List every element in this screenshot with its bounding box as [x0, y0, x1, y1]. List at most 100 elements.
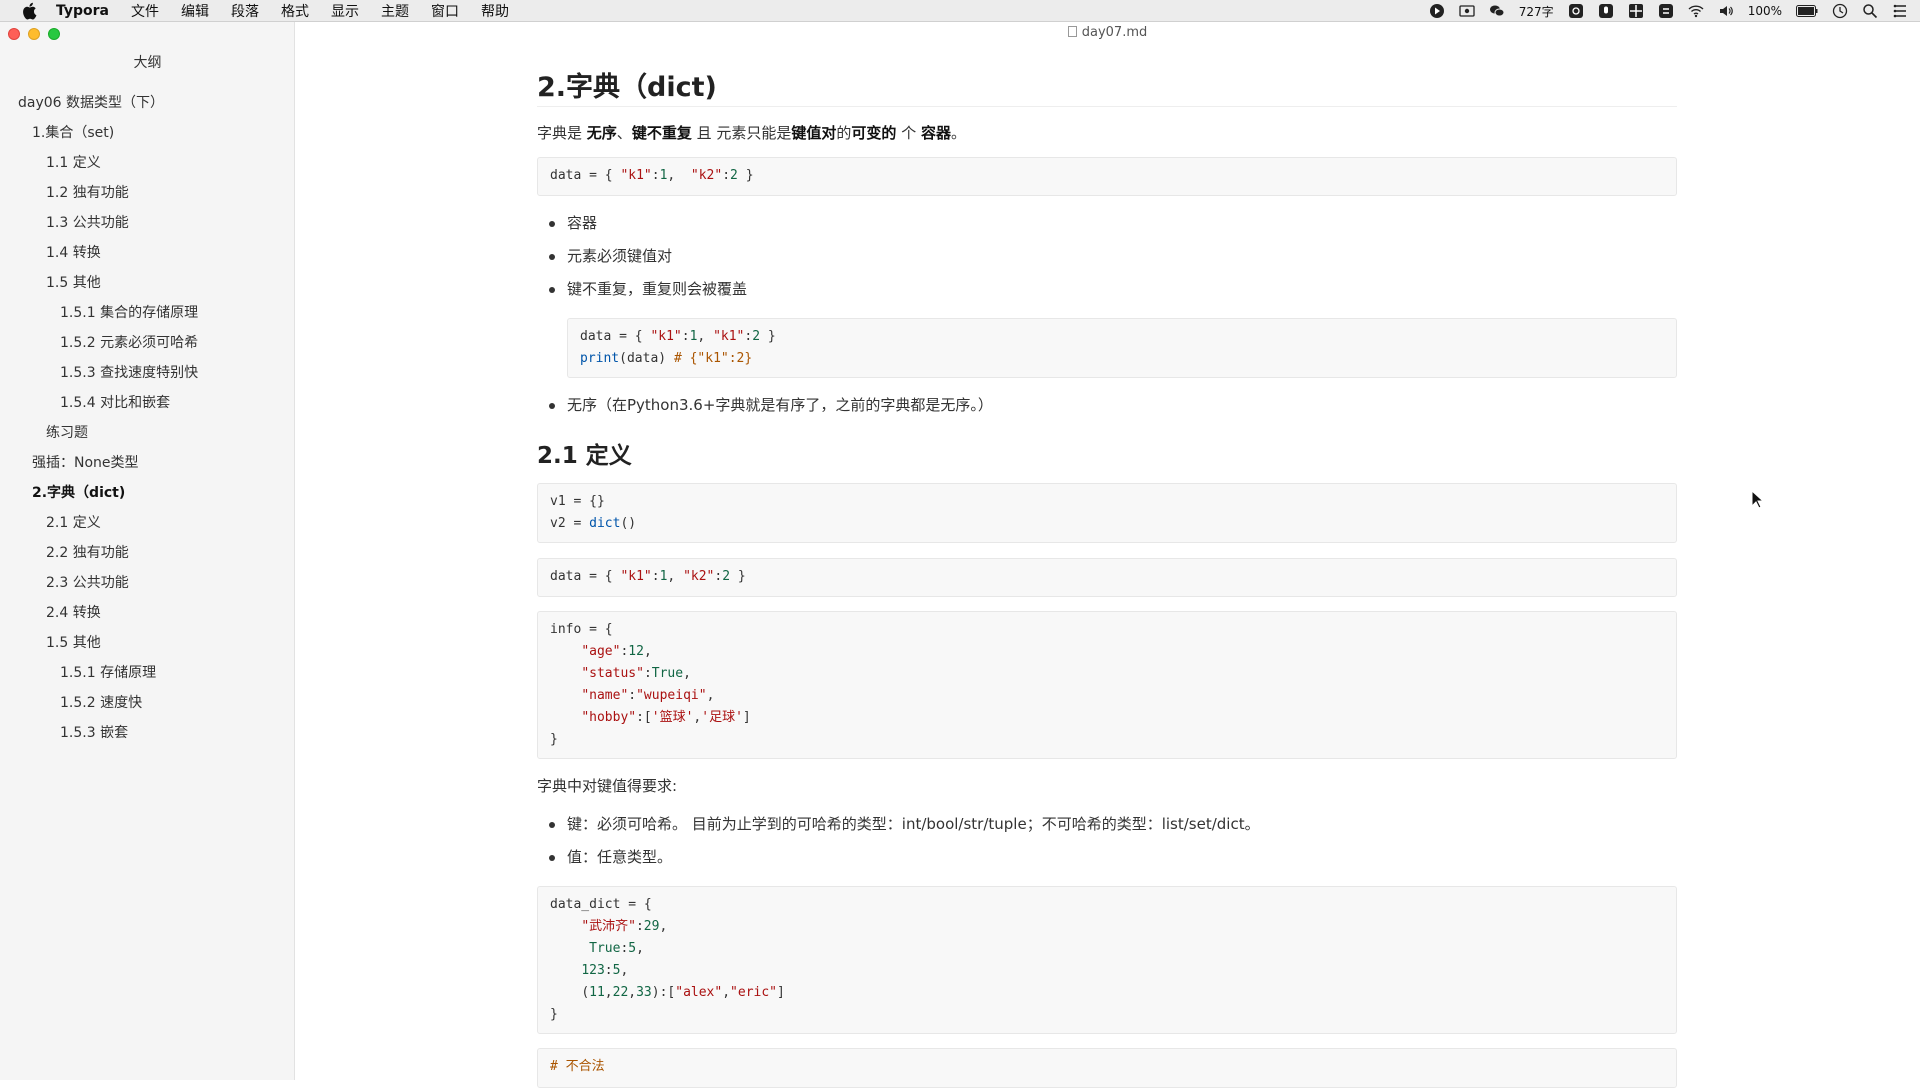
menu-paragraph[interactable]: 段落	[231, 1, 259, 21]
filename: day07.md	[1081, 25, 1148, 40]
outline-item[interactable]: 1.集合（set)	[0, 118, 295, 148]
outline-item[interactable]: 练习题	[0, 418, 295, 448]
bold-text: 容器	[920, 124, 951, 142]
outline-item[interactable]: 1.5 其他	[0, 628, 295, 658]
code-text: :	[651, 569, 660, 584]
outline-item[interactable]: 1.5.2 速度快	[0, 688, 295, 718]
control-center-icon[interactable]	[1892, 3, 1908, 19]
code-block[interactable]: data = { "k1":1, "k1":2 } print(data) # …	[567, 318, 1677, 378]
code-string: "武沛齐"	[581, 919, 636, 934]
disc-icon[interactable]	[1568, 3, 1584, 19]
bullet-list: 键：必须可哈希。 目前为止学到的可哈希的类型：int/bool/str/tupl…	[537, 808, 1677, 874]
code-text: :	[604, 963, 613, 978]
code-block[interactable]: v1 = {} v2 = dict()	[537, 483, 1677, 543]
outline-item[interactable]: 1.3 公共功能	[0, 208, 295, 238]
outline-item[interactable]: 1.5.1 集合的存储原理	[0, 298, 295, 328]
clock-icon[interactable]	[1832, 3, 1848, 19]
code-string: "k1"	[620, 569, 652, 584]
word-count[interactable]: 727字	[1519, 3, 1554, 20]
outline-item-active[interactable]: 2.字典（dict)	[0, 478, 295, 508]
code-block[interactable]: data = { "k1":1, "k2":2 }	[537, 558, 1677, 597]
list-item[interactable]: 元素必须键值对	[537, 240, 1677, 273]
code-block[interactable]: data_dict = { "武沛齐":29, True:5, 123:5, (…	[537, 886, 1677, 1034]
sync-icon[interactable]	[1658, 3, 1674, 19]
list-item[interactable]: 键：必须可哈希。 目前为止学到的可哈希的类型：int/bool/str/tupl…	[537, 808, 1677, 841]
outline-item[interactable]: 强插：None类型	[0, 448, 295, 478]
menu-window[interactable]: 窗口	[431, 1, 459, 21]
code-number: 33	[636, 985, 652, 1000]
menu-theme[interactable]: 主题	[381, 1, 409, 21]
menu-app-name[interactable]: Typora	[56, 3, 109, 19]
maximize-button[interactable]	[48, 28, 60, 40]
code-string: '篮球'	[651, 710, 694, 725]
code-text: ,	[667, 168, 691, 183]
code-comment: # 不合法	[550, 1059, 605, 1074]
menu-help[interactable]: 帮助	[481, 1, 509, 21]
wifi-icon[interactable]	[1688, 3, 1704, 19]
battery-percent: 100%	[1747, 4, 1782, 18]
outline-item[interactable]: 2.1 定义	[0, 508, 295, 538]
outline-item[interactable]: day06 数据类型（下）	[0, 88, 295, 118]
code-number: 29	[643, 919, 660, 934]
search-icon[interactable]	[1862, 3, 1878, 19]
text: 、	[616, 124, 632, 142]
outline-item[interactable]: 1.1 定义	[0, 148, 295, 178]
outline-item[interactable]: 1.2 独有功能	[0, 178, 295, 208]
play-icon[interactable]	[1429, 3, 1445, 19]
outline-item[interactable]: 1.5.4 对比和嵌套	[0, 388, 295, 418]
code-string: "hobby"	[581, 710, 637, 725]
menu-format[interactable]: 格式	[281, 1, 309, 21]
code-text: ,	[643, 644, 652, 659]
screen-record-icon[interactable]	[1459, 3, 1475, 19]
typora-window: 大纲 day06 数据类型（下） 1.集合（set) 1.1 定义 1.2 独有…	[0, 22, 1920, 1088]
wechat-icon[interactable]	[1489, 3, 1505, 19]
volume-icon[interactable]	[1718, 3, 1734, 19]
heading-definition[interactable]: 2.1 定义	[537, 436, 1677, 470]
code-number: 2	[722, 569, 731, 584]
code-text: data = {	[550, 168, 621, 183]
code-block[interactable]: # 不合法	[537, 1048, 1677, 1088]
paragraph[interactable]: 字典中对键值得要求:	[537, 776, 1677, 796]
code-text: :	[635, 919, 644, 934]
intro-paragraph[interactable]: 字典是 无序、键不重复 且 元素只能是键值对的可变的 个 容器。	[537, 123, 1677, 143]
heading-dict[interactable]: 2.字典（dict)	[537, 65, 1677, 107]
outline-item[interactable]: 2.4 转换	[0, 598, 295, 628]
code-string: "k1"	[650, 329, 682, 344]
text: 。	[950, 124, 966, 142]
outline-item[interactable]: 1.5 其他	[0, 268, 295, 298]
apple-icon[interactable]	[20, 2, 38, 20]
code-text: ,	[620, 963, 629, 978]
outline-item[interactable]: 1.5.1 存储原理	[0, 658, 295, 688]
minimize-button[interactable]	[28, 28, 40, 40]
grid-icon[interactable]	[1628, 3, 1644, 19]
outline-item[interactable]: 2.2 独有功能	[0, 538, 295, 568]
list-item[interactable]: 容器	[537, 207, 1677, 240]
outline-item[interactable]: 1.4 转换	[0, 238, 295, 268]
editor-content[interactable]: 2.字典（dict) 字典是 无序、键不重复 且 元素只能是键值对的可变的 个 …	[537, 52, 1677, 1088]
list-item[interactable]: 键不重复，重复则会被覆盖	[537, 273, 1677, 306]
outline-item[interactable]: 1.5.2 元素必须可哈希	[0, 328, 295, 358]
outline-item[interactable]: 1.5.3 嵌套	[0, 718, 295, 748]
code-text: }	[730, 569, 746, 584]
code-block[interactable]: data = { "k1":1, "k2":2 }	[537, 157, 1677, 196]
microphone-icon[interactable]	[1598, 3, 1614, 19]
close-button[interactable]	[8, 28, 20, 40]
mouse-cursor-icon	[1751, 490, 1765, 509]
outline-item[interactable]: 1.5.3 查找速度特别快	[0, 358, 295, 388]
bold-text: 键值对	[791, 124, 837, 142]
code-block[interactable]: info = { "age":12, "status":True, "name"…	[537, 611, 1677, 759]
code-number: 2	[730, 168, 738, 183]
menu-view[interactable]: 显示	[331, 1, 359, 21]
outline-item[interactable]: 2.3 公共功能	[0, 568, 295, 598]
code-text: ,	[628, 985, 637, 1000]
code-string: "k2"	[690, 168, 723, 183]
code-string: "k1"	[713, 329, 745, 344]
code-string: "wupeiqi"	[636, 688, 707, 703]
code-text: :	[643, 666, 652, 681]
code-text: (data)	[619, 351, 674, 366]
battery-icon[interactable]	[1796, 3, 1818, 19]
menu-edit[interactable]: 编辑	[181, 1, 209, 21]
list-item[interactable]: 值：任意类型。	[537, 841, 1677, 874]
list-item[interactable]: 无序（在Python3.6+字典就是有序了，之前的字典都是无序。）	[537, 389, 1677, 422]
menu-file[interactable]: 文件	[131, 1, 159, 21]
